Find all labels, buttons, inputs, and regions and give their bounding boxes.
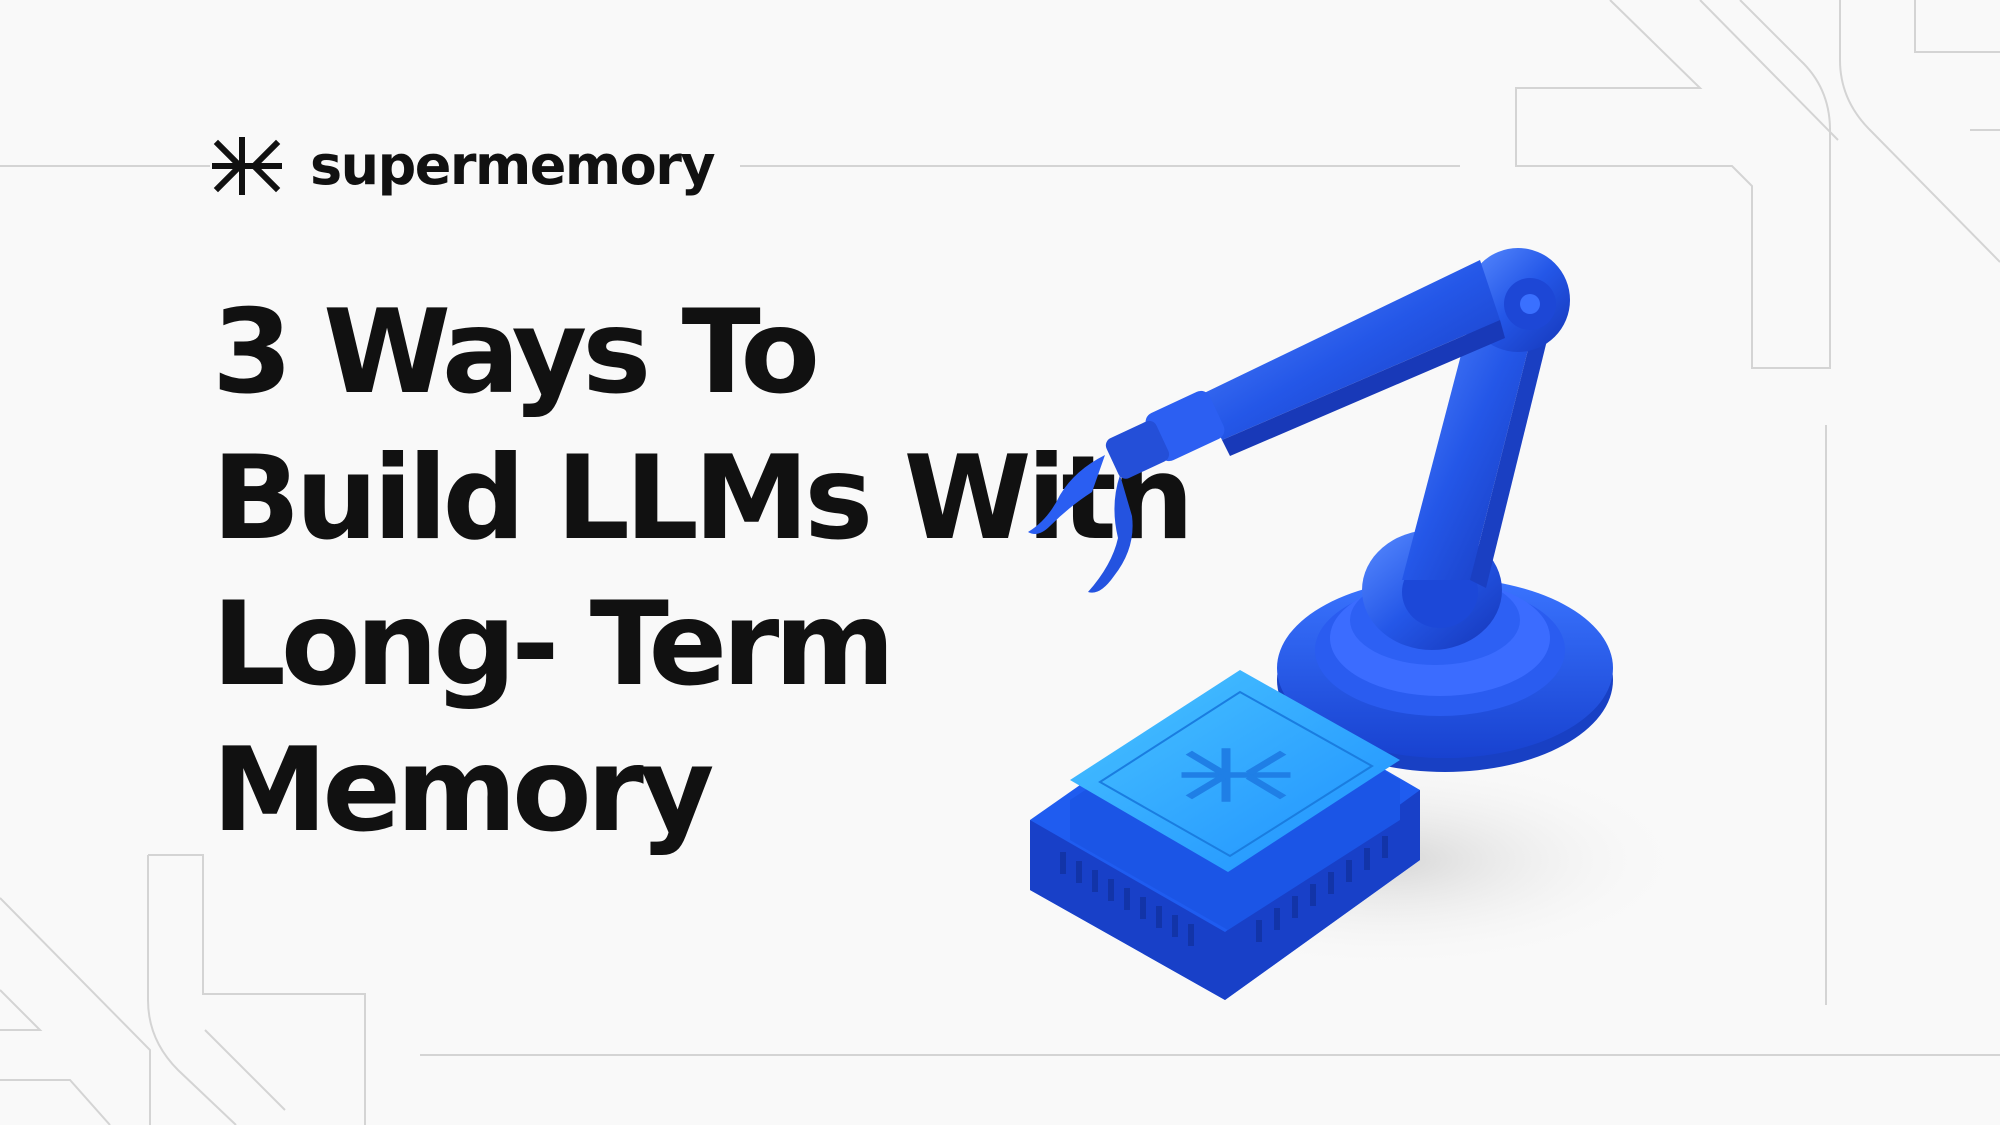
hero-banner: supermemory 3 Ways To Build LLMs With Lo… (0, 0, 2000, 1125)
robot-and-chip-illustration (1028, 248, 1690, 1000)
robot-arm-icon (1028, 248, 1613, 772)
brand-name: supermemory (310, 134, 716, 197)
supermemory-logo-icon (212, 137, 282, 195)
brand-logo: supermemory (210, 128, 741, 204)
